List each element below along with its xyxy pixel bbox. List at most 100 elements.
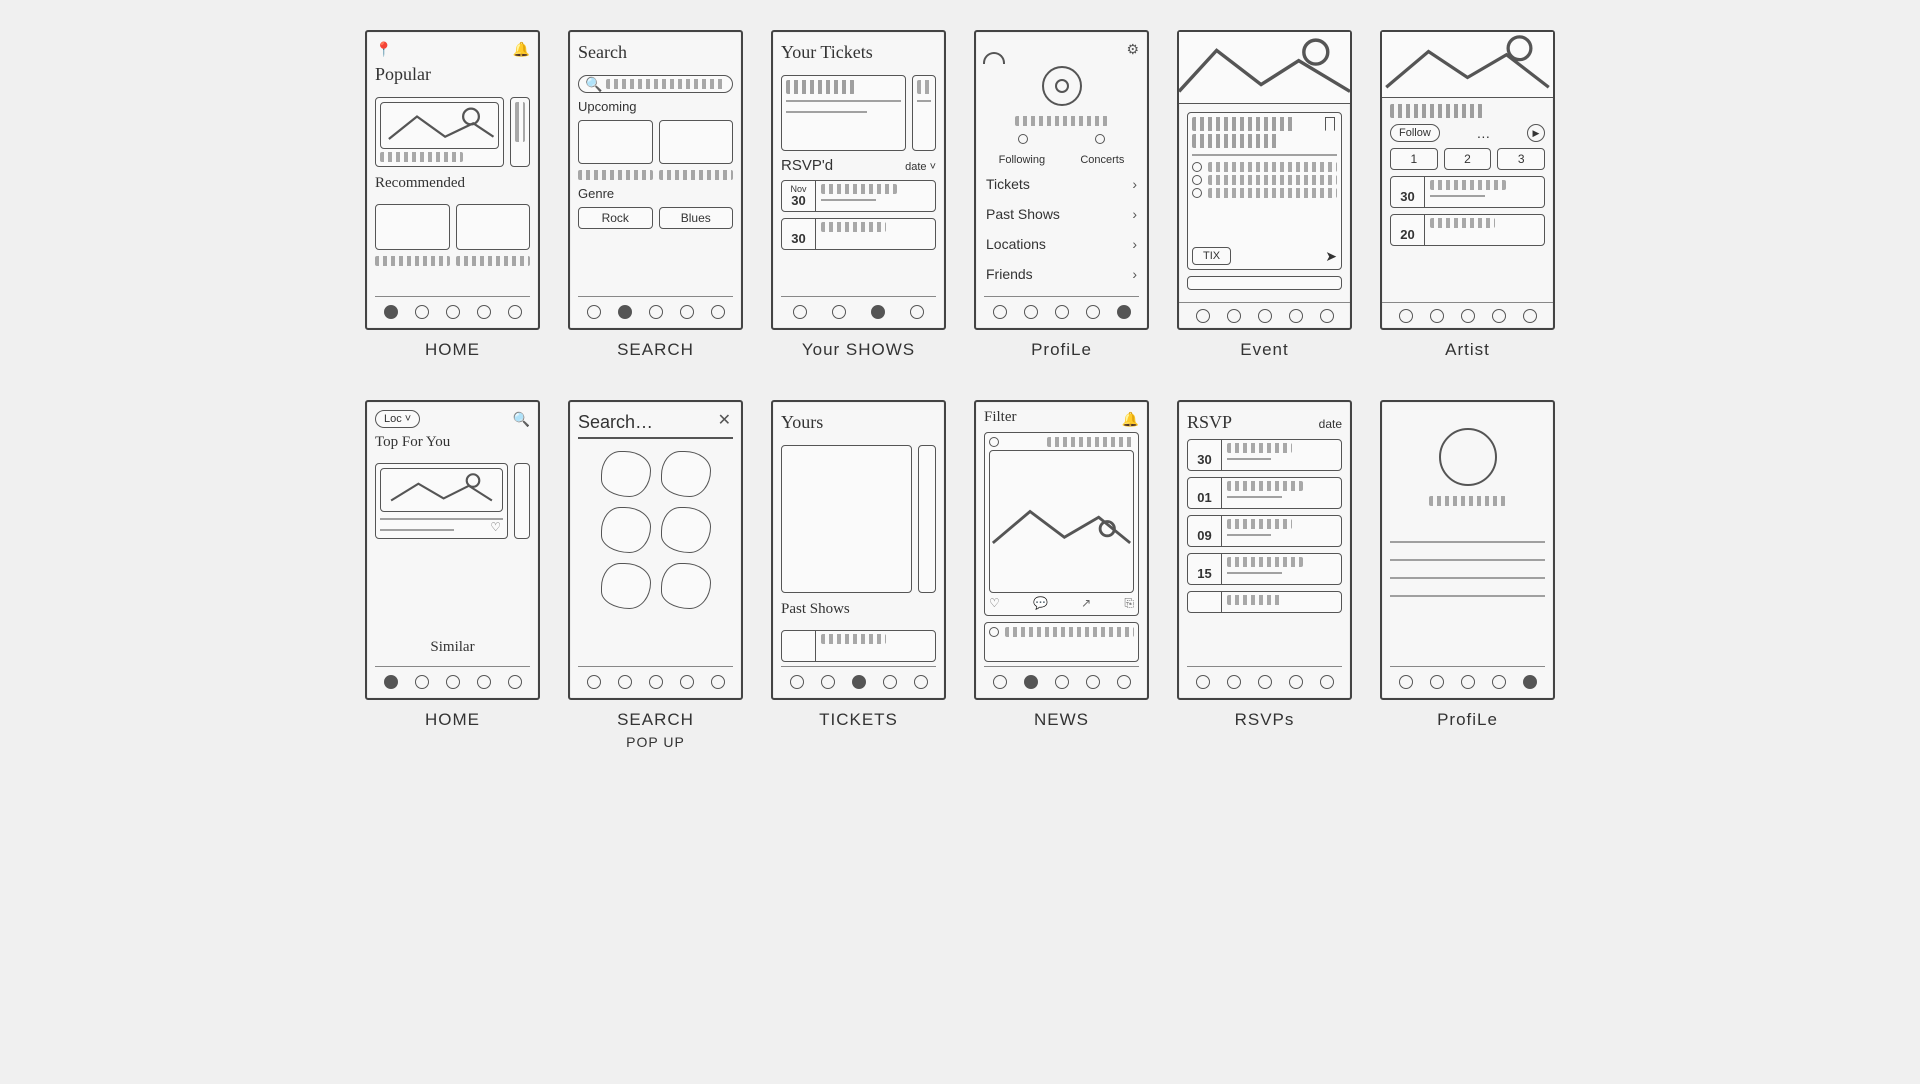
location-pin-icon[interactable]: 📍 — [375, 41, 392, 58]
tab-5[interactable] — [711, 305, 725, 319]
tab-3[interactable] — [1461, 675, 1475, 689]
bell-icon[interactable]: 🔔 — [1122, 411, 1139, 428]
rsvp-row[interactable]: 01 — [1187, 477, 1342, 509]
rsvp-row-1[interactable]: Nov 30 — [781, 180, 936, 212]
tab-2[interactable] — [1024, 305, 1038, 319]
like-icon[interactable]: ♡ — [989, 596, 1000, 611]
tab-1[interactable] — [993, 305, 1007, 319]
tab-concerts[interactable]: Concerts — [1080, 154, 1124, 166]
tab-1[interactable] — [587, 305, 601, 319]
tab-2[interactable] — [832, 305, 846, 319]
filter-title[interactable]: Filter — [984, 409, 1017, 426]
tab-4[interactable] — [1086, 305, 1100, 319]
profile-avatar-large[interactable] — [1439, 428, 1497, 486]
ticket-card-peek[interactable] — [912, 75, 936, 151]
tab-3[interactable] — [446, 305, 460, 319]
tab-bar[interactable] — [781, 666, 936, 692]
search-input[interactable]: Search… — [578, 410, 733, 439]
follow-button[interactable]: Follow — [1390, 124, 1440, 142]
tab-2[interactable] — [415, 675, 429, 689]
result-item[interactable] — [601, 507, 651, 553]
result-item[interactable] — [601, 451, 651, 497]
ticket-carousel[interactable] — [781, 75, 936, 151]
search-input[interactable]: 🔍 — [578, 75, 733, 93]
tab-4[interactable] — [1492, 309, 1506, 323]
share-icon[interactable]: ➤ — [1325, 248, 1337, 265]
tab-1[interactable] — [1196, 675, 1210, 689]
tab-3[interactable] — [852, 675, 866, 689]
tab-5[interactable] — [1117, 675, 1131, 689]
tab-5[interactable] — [1523, 309, 1537, 323]
tab-2[interactable] — [1024, 675, 1038, 689]
tab-1[interactable] — [790, 675, 804, 689]
settings-gear-icon[interactable]: ⚙ — [1126, 41, 1139, 58]
tab-5[interactable] — [1117, 305, 1131, 319]
tab-bar[interactable] — [781, 296, 936, 322]
chip-1[interactable]: 1 — [1390, 148, 1438, 170]
tab-4[interactable] — [680, 305, 694, 319]
genre-row[interactable]: Rock Blues — [578, 207, 733, 229]
tab-4[interactable] — [477, 305, 491, 319]
tab-1[interactable] — [1399, 675, 1413, 689]
rsvp-row[interactable]: 15 — [1187, 553, 1342, 585]
tab-2[interactable] — [1430, 309, 1444, 323]
artist-chips[interactable]: 1 2 3 — [1390, 148, 1545, 170]
tab-2[interactable] — [618, 675, 632, 689]
tab-3[interactable] — [649, 305, 663, 319]
tab-1[interactable] — [587, 675, 601, 689]
date-sort[interactable]: date — [1319, 417, 1342, 431]
popular-card[interactable] — [375, 97, 504, 167]
ticket-big-peek[interactable] — [918, 445, 936, 593]
tab-2[interactable] — [821, 675, 835, 689]
event-peek-below[interactable] — [1187, 276, 1342, 290]
avatar[interactable] — [1042, 66, 1082, 106]
chip-3[interactable]: 3 — [1497, 148, 1545, 170]
rec-card-2[interactable] — [456, 204, 531, 250]
top-card-peek[interactable] — [514, 463, 530, 539]
tab-2[interactable] — [618, 305, 632, 319]
tab-5[interactable] — [711, 675, 725, 689]
artist-show-row-2[interactable]: 20 — [1390, 214, 1545, 246]
rec-card-1[interactable] — [375, 204, 450, 250]
bookmark-icon[interactable]: ⎘ — [1124, 596, 1134, 611]
tab-3[interactable] — [446, 675, 460, 689]
tab-1[interactable] — [793, 305, 807, 319]
tab-concerts-dot[interactable] — [1095, 134, 1105, 144]
tab-bar[interactable] — [1179, 302, 1350, 328]
tab-1[interactable] — [1196, 309, 1210, 323]
bookmark-icon[interactable] — [1325, 117, 1335, 131]
tab-4[interactable] — [1492, 675, 1506, 689]
tab-bar[interactable] — [984, 666, 1139, 692]
tab-5[interactable] — [508, 305, 522, 319]
tab-bar[interactable] — [1382, 302, 1553, 328]
menu-locations[interactable]: Locations› — [984, 232, 1139, 256]
tab-5[interactable] — [1523, 675, 1537, 689]
more-icon[interactable]: … — [1476, 125, 1490, 141]
tab-3[interactable] — [1258, 675, 1272, 689]
tab-bar[interactable] — [375, 296, 530, 322]
news-card-2[interactable] — [984, 622, 1139, 662]
profile-tabs[interactable] — [984, 134, 1139, 144]
result-item[interactable] — [661, 507, 711, 553]
tab-2[interactable] — [1227, 675, 1241, 689]
heart-icon[interactable]: ♡ — [490, 520, 501, 534]
tab-bar[interactable] — [984, 296, 1139, 322]
tab-bar[interactable] — [578, 666, 733, 692]
ticket-big-card[interactable] — [781, 445, 912, 593]
tab-bar[interactable] — [1187, 666, 1342, 692]
result-item[interactable] — [661, 451, 711, 497]
rsvp-row[interactable] — [1187, 591, 1342, 613]
tab-3[interactable] — [1055, 305, 1069, 319]
rsvp-row-2[interactable]: 30 — [781, 218, 936, 250]
tab-1[interactable] — [993, 675, 1007, 689]
tab-2[interactable] — [1227, 309, 1241, 323]
tab-3[interactable] — [871, 305, 885, 319]
tab-3[interactable] — [649, 675, 663, 689]
recommended-row[interactable] — [375, 204, 530, 250]
ticket-card[interactable] — [781, 75, 906, 151]
result-item[interactable] — [601, 563, 651, 609]
tab-following[interactable]: Following — [999, 154, 1045, 166]
location-pill[interactable]: Loc ˅ — [375, 410, 420, 428]
close-icon[interactable]: ✕ — [718, 410, 731, 430]
tab-2[interactable] — [415, 305, 429, 319]
